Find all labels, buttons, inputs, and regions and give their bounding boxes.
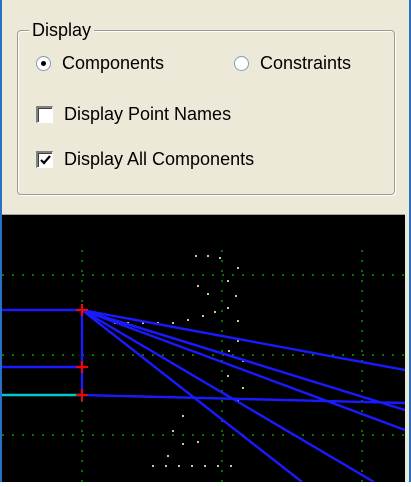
- constraints-radio-button[interactable]: [234, 56, 249, 71]
- display-panel: Display Components Constraints Display P…: [2, 0, 405, 215]
- constraints-label: Constraints: [260, 53, 352, 73]
- components-radio[interactable]: Components: [36, 53, 164, 74]
- display-point-names-label: Display Point Names: [64, 104, 232, 124]
- point-names-checkbox-box[interactable]: [36, 106, 53, 123]
- display-all-components-label: Display All Components: [64, 149, 255, 169]
- display-group-title: Display: [29, 20, 95, 40]
- components-label: Components: [62, 53, 165, 73]
- point-marker-icon[interactable]: [76, 361, 88, 373]
- point-marker-icon[interactable]: [76, 389, 88, 401]
- components-radio-button[interactable]: [36, 56, 51, 71]
- display-all-components-checkbox[interactable]: Display All Components: [36, 149, 254, 170]
- all-components-checkbox-box[interactable]: [36, 151, 53, 168]
- constraints-radio[interactable]: Constraints: [234, 53, 351, 74]
- component-view-canvas[interactable]: [2, 215, 406, 484]
- display-point-names-checkbox[interactable]: Display Point Names: [36, 104, 231, 125]
- radio-selected-dot: [41, 61, 46, 66]
- checkmark-icon: [40, 155, 51, 165]
- component-drawing: [2, 250, 406, 484]
- component-line: [81, 308, 406, 432]
